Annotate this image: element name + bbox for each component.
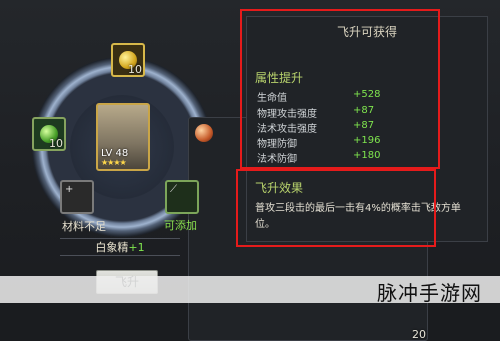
- ascension-ring: 10 10 20 + ⟋ LV 48 ★★★★ 材料不足 可添加: [10, 35, 428, 341]
- hero-name-text: 白象精: [95, 241, 129, 254]
- material-slot-bottom-right[interactable]: ⟋: [165, 180, 199, 214]
- watermark-bar: 脉冲手游网: [0, 276, 500, 305]
- hero-name-plus: +1: [128, 241, 145, 254]
- slot-count: 10: [128, 63, 142, 76]
- material-slot-top[interactable]: 10: [111, 43, 145, 77]
- highlight-frame-effect: [236, 169, 436, 247]
- slot-count: 10: [49, 137, 63, 150]
- material-slot-left[interactable]: 10: [32, 117, 66, 151]
- can-add-label: 可添加: [164, 219, 197, 232]
- material-slot-bottom-left[interactable]: +: [60, 180, 94, 214]
- hero-portrait[interactable]: LV 48 ★★★★: [96, 103, 150, 171]
- helmet-icon: [195, 124, 213, 142]
- sword-icon: ⟋: [170, 184, 177, 195]
- slot-count: 20: [412, 328, 426, 341]
- ascension-panel: 10 10 20 + ⟋ LV 48 ★★★★ 材料不足 可添加 白象精+1 飞…: [0, 0, 500, 341]
- hero-name: 白象精+1: [60, 238, 180, 256]
- plus-icon: +: [65, 184, 74, 195]
- insufficient-materials-label: 材料不足: [62, 220, 106, 233]
- highlight-frame-rewards: [240, 9, 440, 169]
- watermark-text: 脉冲手游网: [377, 283, 482, 305]
- hero-stars: ★★★★: [101, 158, 127, 167]
